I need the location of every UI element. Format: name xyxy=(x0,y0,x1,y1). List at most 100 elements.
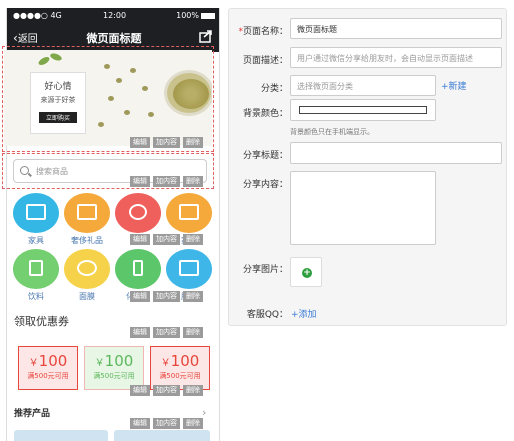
products-controls: 编辑 加内容 删除 xyxy=(130,418,203,429)
bg-color-label: 背景颜色： xyxy=(242,109,288,119)
share-title-input[interactable] xyxy=(290,142,502,164)
share-image-label: 分享图片： xyxy=(242,265,288,275)
category-luxury-gifts[interactable]: 奢侈礼品 xyxy=(63,193,111,246)
page-desc-input[interactable]: 用户通过微信分享给朋友时，会自动显示页面描述 xyxy=(290,47,502,68)
tea-bud xyxy=(108,96,114,101)
product-card[interactable] xyxy=(14,430,108,441)
category-label: 奢侈礼品 xyxy=(71,236,103,245)
category-circle xyxy=(115,249,161,289)
promo-tag[interactable]: 立即购买 xyxy=(39,112,77,123)
delete-button[interactable]: 删除 xyxy=(183,418,203,429)
category-circle xyxy=(13,193,59,233)
promo-card: 好心情 来源于好茶 立即购买 xyxy=(30,72,86,134)
signal-indicator: ●●●●○ 4G xyxy=(13,11,62,20)
page-desc-label: 页面描述： xyxy=(242,56,288,66)
products-title: 推荐产品 xyxy=(14,409,51,419)
leaf-decoration xyxy=(49,52,63,62)
add-content-button[interactable]: 加内容 xyxy=(153,327,180,338)
drink-icon xyxy=(29,260,43,276)
add-content-button[interactable]: 加内容 xyxy=(153,291,180,302)
coupon-card[interactable]: ￥100 满500元可用 xyxy=(150,346,210,390)
color-swatch xyxy=(299,106,427,114)
edit-button[interactable]: 编辑 xyxy=(130,137,150,148)
washing-machine-icon xyxy=(179,204,199,220)
battery-indicator: 100% xyxy=(176,11,215,20)
category-circle xyxy=(166,193,212,233)
coupons-title: 领取优惠券 xyxy=(14,315,69,328)
page-name-label: *页面名称： xyxy=(238,27,288,37)
coupon-condition: 满500元可用 xyxy=(159,372,201,380)
share-icon[interactable] xyxy=(199,29,213,43)
add-content-button[interactable]: 加内容 xyxy=(153,385,180,396)
leaf-decoration xyxy=(37,55,51,67)
new-category-link[interactable]: +新建 xyxy=(441,79,467,92)
delete-button[interactable]: 删除 xyxy=(183,327,203,338)
delete-button[interactable]: 删除 xyxy=(183,137,203,148)
edit-button[interactable]: 编辑 xyxy=(130,291,150,302)
qq-label: 客服QQ： xyxy=(246,310,288,320)
category-circle xyxy=(13,249,59,289)
tea-bud xyxy=(130,68,136,73)
sofa-icon xyxy=(26,204,46,220)
tea-bud xyxy=(104,64,110,69)
category-row2-controls: 编辑 加内容 删除 xyxy=(130,291,203,302)
category-circle xyxy=(115,193,161,233)
face-mask-icon xyxy=(77,260,97,276)
lipstick-icon xyxy=(133,260,143,276)
add-qq-link[interactable]: +添加 xyxy=(291,307,317,320)
search-controls: 编辑 加内容 删除 xyxy=(130,176,203,187)
share-content-label: 分享内容： xyxy=(242,180,288,190)
edit-button[interactable]: 编辑 xyxy=(130,234,150,245)
page-name-input[interactable]: 微页面标题 xyxy=(290,18,502,39)
coupon-card[interactable]: ￥100 满500元可用 xyxy=(18,346,78,390)
category-drinks[interactable]: 饮料 xyxy=(12,249,60,302)
delete-button[interactable]: 删除 xyxy=(183,176,203,187)
coupon-condition: 满500元可用 xyxy=(93,372,135,380)
edit-button[interactable]: 编辑 xyxy=(130,327,150,338)
delete-button[interactable]: 删除 xyxy=(183,234,203,245)
category-label: 分类： xyxy=(260,84,288,94)
page-title: 微页面标题 xyxy=(86,32,142,45)
tea-bowl xyxy=(164,70,212,116)
category-label: 面膜 xyxy=(79,292,95,301)
category-label: 家具 xyxy=(28,236,44,245)
tea-bud xyxy=(124,110,130,115)
add-content-button[interactable]: 加内容 xyxy=(153,418,180,429)
add-content-button[interactable]: 加内容 xyxy=(153,234,180,245)
banner-controls: 编辑 加内容 删除 xyxy=(130,137,203,148)
shirt-icon xyxy=(179,260,199,276)
add-share-image-button[interactable]: + xyxy=(290,257,322,287)
banner-image: 好心情 来源于好茶 立即购买 xyxy=(4,50,212,146)
bg-color-picker[interactable] xyxy=(290,99,436,121)
coupon-condition: 满500元可用 xyxy=(27,372,69,380)
edit-button[interactable]: 编辑 xyxy=(130,418,150,429)
promo-headline: 好心情 xyxy=(44,82,72,92)
category-masks[interactable]: 面膜 xyxy=(63,249,111,302)
edit-button[interactable]: 编辑 xyxy=(130,385,150,396)
share-title-label: 分享标题： xyxy=(242,151,288,161)
tea-bud xyxy=(148,112,154,117)
search-icon xyxy=(20,166,29,175)
share-content-textarea[interactable] xyxy=(290,171,436,245)
coupon-card[interactable]: ￥100 满500元可用 xyxy=(84,346,144,390)
add-content-button[interactable]: 加内容 xyxy=(153,176,180,187)
plus-icon: + xyxy=(302,268,312,278)
promo-subline: 来源于好茶 xyxy=(40,96,76,104)
add-content-button[interactable]: 加内容 xyxy=(153,137,180,148)
clock: 12:00 xyxy=(103,11,127,20)
category-circle xyxy=(64,193,110,233)
delete-button[interactable]: 删除 xyxy=(183,291,203,302)
tea-bud xyxy=(98,122,104,127)
category-circle xyxy=(64,249,110,289)
product-card[interactable] xyxy=(114,430,210,441)
tea-bud xyxy=(116,78,122,83)
delete-button[interactable]: 删除 xyxy=(183,385,203,396)
camera-icon xyxy=(129,204,147,220)
edit-button[interactable]: 编辑 xyxy=(130,176,150,187)
tea-bud xyxy=(142,86,148,91)
coupons-title-controls: 编辑 加内容 删除 xyxy=(130,327,203,338)
category-furniture[interactable]: 家具 xyxy=(12,193,60,246)
coupons-controls: 编辑 加内容 删除 xyxy=(130,385,203,396)
battery-icon xyxy=(201,12,215,19)
category-select[interactable]: 选择微页面分类 xyxy=(290,75,436,96)
